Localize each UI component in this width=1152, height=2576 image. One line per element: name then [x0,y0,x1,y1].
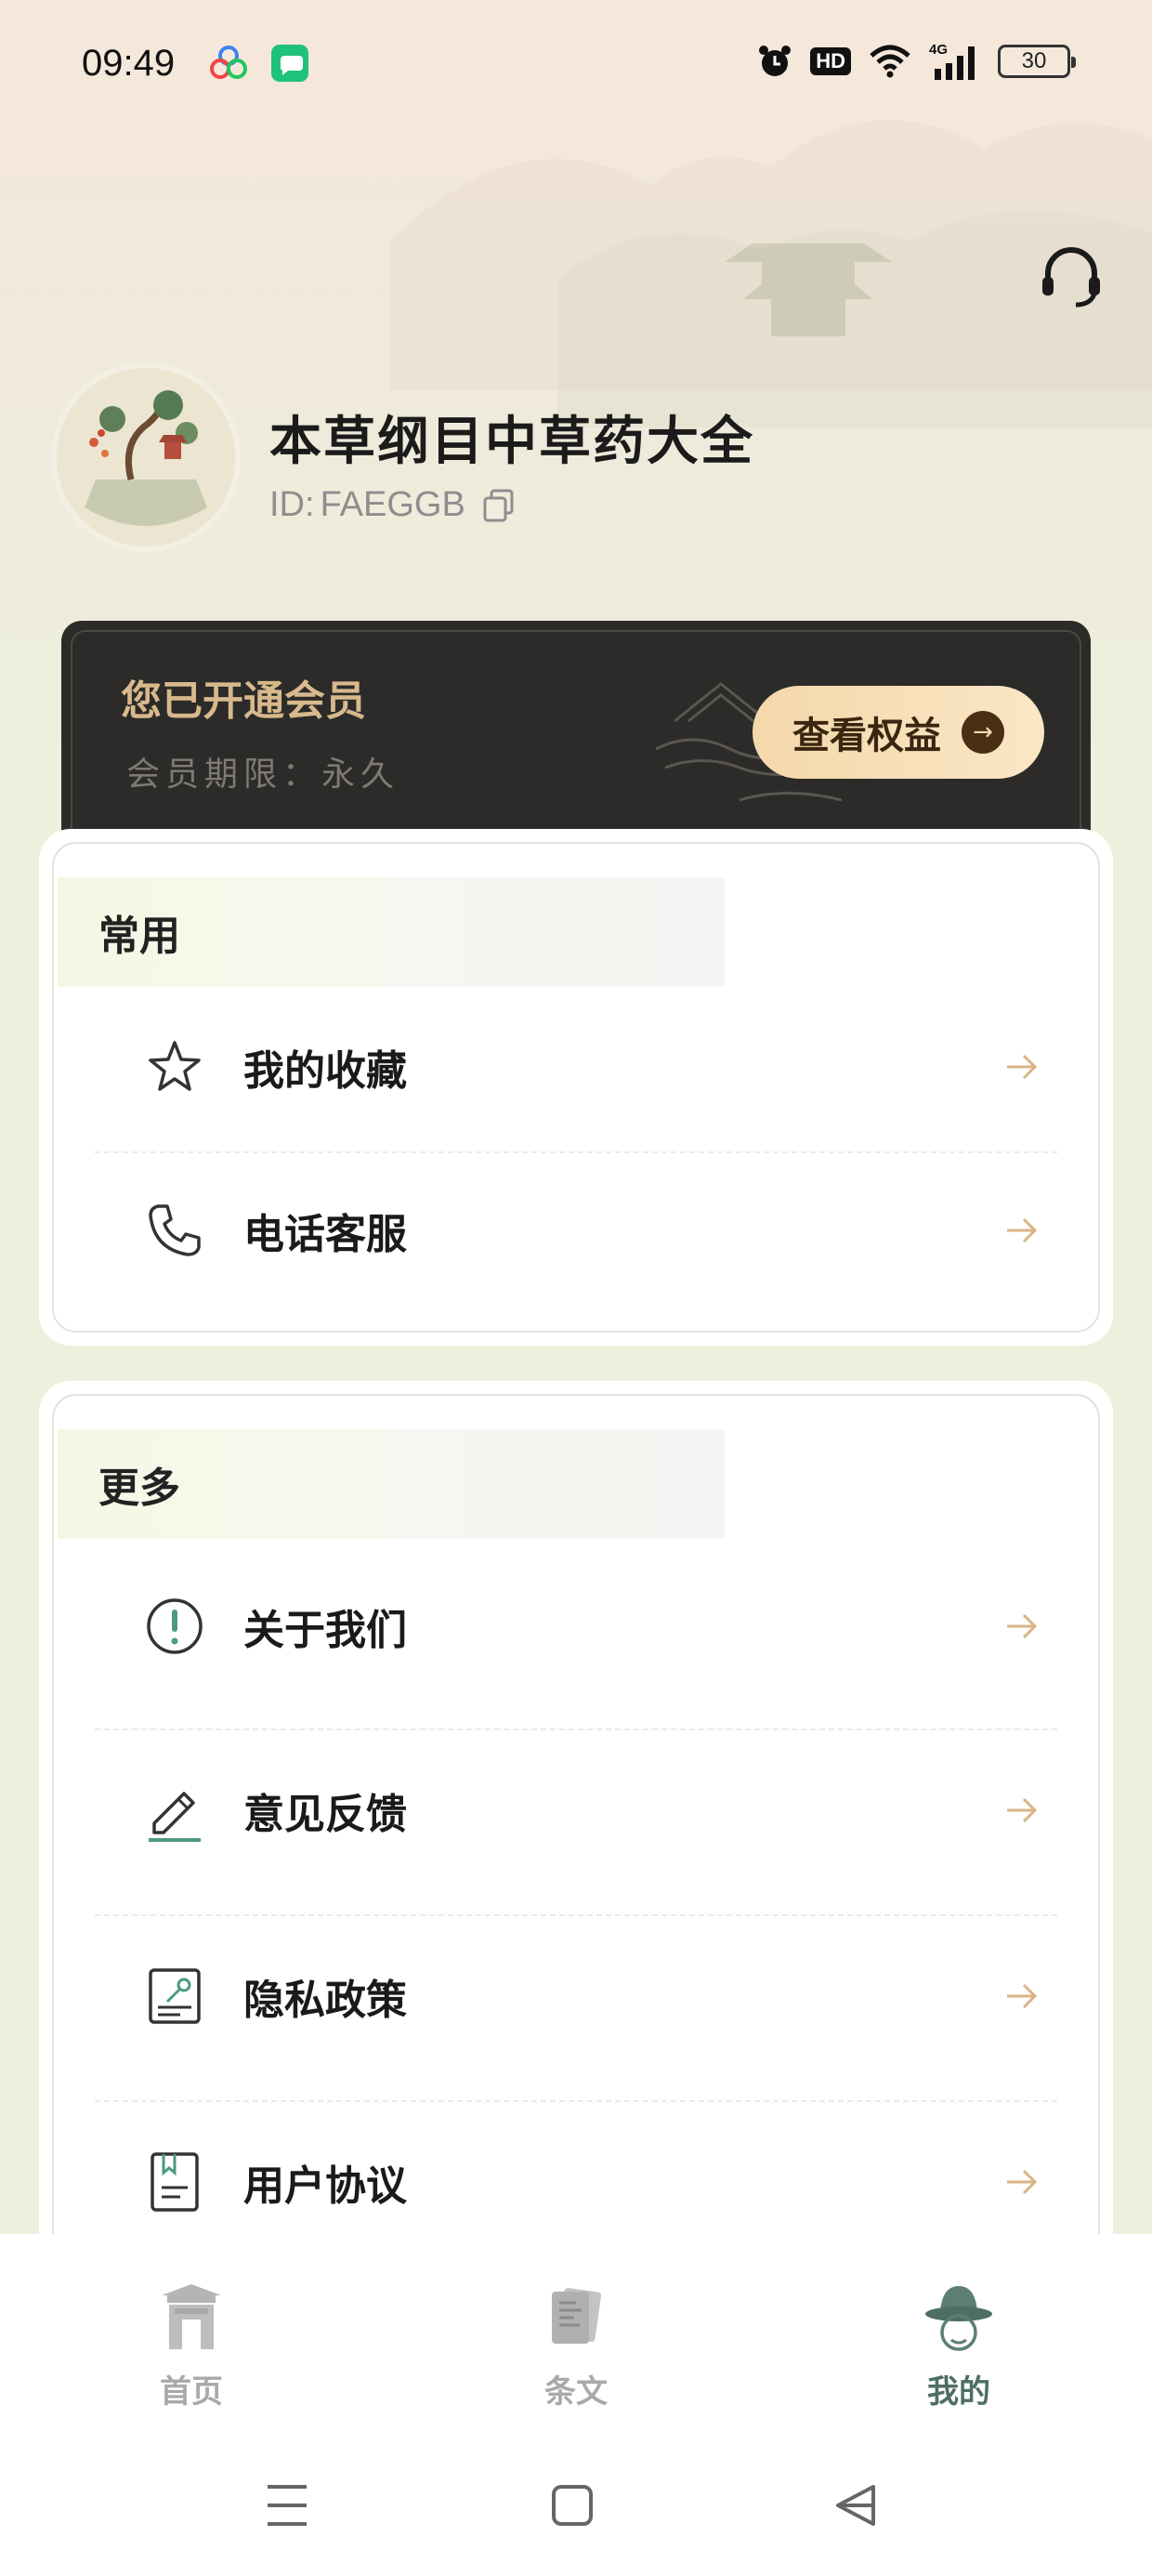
headset-icon[interactable] [1037,243,1106,312]
row-divider [95,1914,1057,1916]
battery-indicator: 30 [998,45,1076,78]
star-icon [149,1041,201,1091]
network-label: 4G [929,42,948,58]
view-benefits-button[interactable]: 查看权益 → [753,686,1044,779]
row-divider [95,1151,1057,1153]
hd-icon: HD [810,47,851,75]
bookmark-document-icon [151,2152,199,2212]
menu-item-phone-service[interactable]: 电话客服 [95,1175,1057,1286]
section-more: 更多 关于我们 意见反馈 隐私政策 用户协议 [39,1381,1113,2310]
profile-id-label: ID: [269,485,315,524]
membership-term: 会员期限：永久 [126,756,400,794]
menu-item-user-agreement[interactable]: 用户协议 [95,2124,1057,2240]
alarm-icon [759,46,792,76]
row-divider [95,2100,1057,2102]
phone-icon [149,1204,201,1256]
arrow-right-icon [1007,1217,1038,1243]
scholar-hat-icon [925,2286,992,2351]
privacy-key-icon [149,1968,201,2024]
colorful-cluster-icon [210,46,247,79]
menu-label: 意见反馈 [243,1791,407,1838]
status-time: 09:49 [82,43,176,84]
menu-label: 用户协议 [243,2162,407,2210]
back-triangle-icon[interactable] [836,2485,875,2526]
pencil-icon [149,1792,201,1842]
section-common: 常用 我的收藏 电话客服 [39,829,1113,1346]
menu-label: 隐私政策 [243,1977,407,2024]
profile-id: ID: FAEGGB [269,485,517,525]
section-header-common: 常用 [58,877,725,987]
arrow-right-icon [1007,1054,1038,1080]
nav-tab-articles[interactable]: 条文 [483,2279,669,2412]
green-chat-icon [271,45,308,82]
nav-label: 条文 [544,2373,608,2411]
menu-item-favorites[interactable]: 我的收藏 [95,1011,1057,1123]
arrow-right-icon [1007,1983,1038,2009]
profile-id-value: FAEGGB [320,485,465,524]
section-title-more: 更多 [98,1465,180,1512]
nav-label: 首页 [160,2373,223,2411]
view-benefits-label: 查看权益 [792,714,941,757]
nav-label: 我的 [927,2373,990,2411]
menu-label: 关于我们 [243,1607,407,1654]
info-circle-icon [147,1598,203,1654]
menu-item-feedback[interactable]: 意见反馈 [95,1753,1057,1868]
menu-lines-icon[interactable] [268,2485,307,2526]
nav-tab-home[interactable]: 首页 [98,2279,284,2412]
home-square-icon[interactable] [552,2485,593,2526]
cards-icon [552,2287,602,2344]
membership-title: 您已开通会员 [121,677,366,725]
bonsai-avatar-image [57,368,235,546]
arrow-right-icon [1007,1613,1038,1639]
menu-label: 我的收藏 [243,1047,407,1095]
section-title-common: 常用 [98,913,180,960]
system-nav-bar [268,2485,875,2526]
avatar[interactable] [51,362,241,552]
menu-item-privacy-policy[interactable]: 隐私政策 [95,1939,1057,2054]
copy-icon[interactable] [480,487,517,524]
arrow-right-icon [1007,1797,1038,1823]
battery-level: 30 [1021,48,1047,73]
membership-card: 您已开通会员 会员期限：永久 查看权益 → [61,621,1091,862]
nav-tab-mine[interactable]: 我的 [866,2279,1052,2412]
arrow-right-icon [1007,2169,1038,2195]
wifi-icon [870,45,910,78]
row-divider [95,1728,1057,1730]
cellular-4g-icon: 4G [929,42,975,80]
arrow-right-circle-icon: → [962,711,1004,754]
menu-item-about-us[interactable]: 关于我们 [95,1569,1057,1684]
profile-name: 本草纲目中草药大全 [269,411,754,472]
menu-label: 电话客服 [243,1211,407,1258]
gate-icon [162,2284,221,2349]
section-header-more: 更多 [58,1429,725,1539]
status-bar: 09:49 HD 4G 30 [0,0,1152,139]
